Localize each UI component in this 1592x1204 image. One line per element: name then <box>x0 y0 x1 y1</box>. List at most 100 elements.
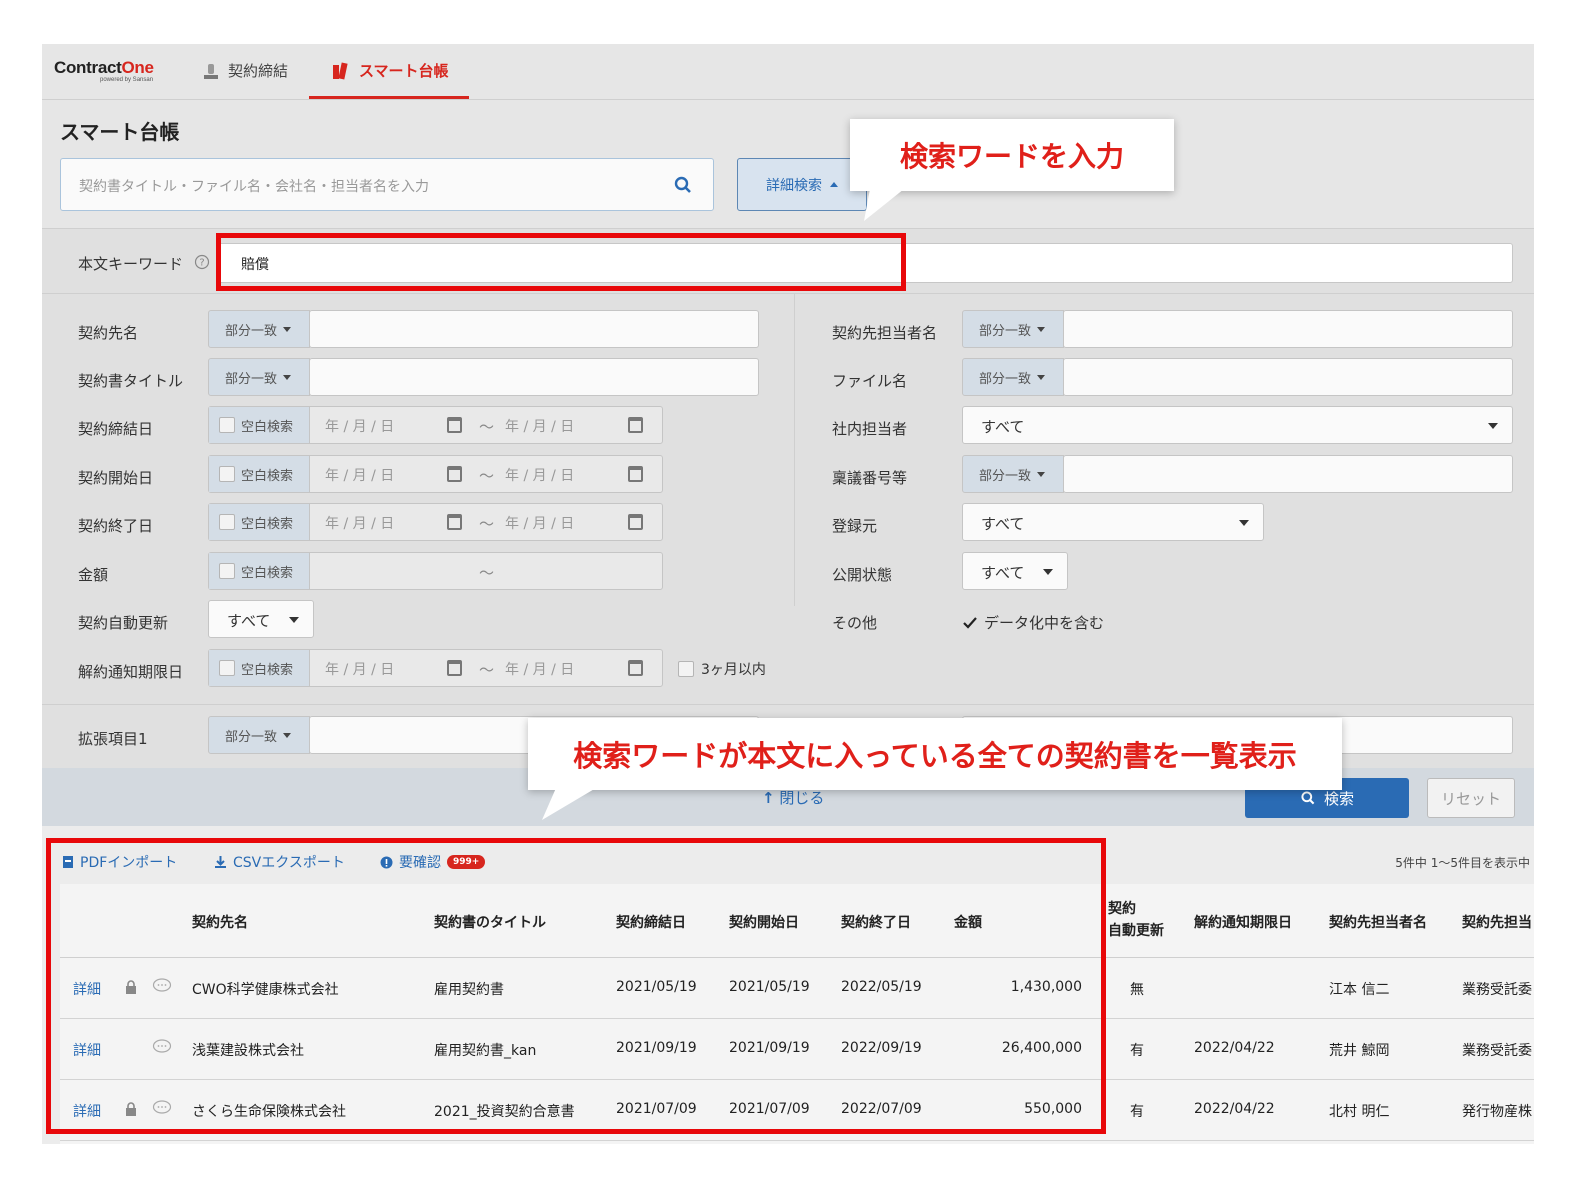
logo-subtitle: powered by Sansan <box>100 77 154 83</box>
callout-pointer-icon <box>542 788 596 820</box>
active-tab-indicator <box>309 96 469 99</box>
ext1-match-select[interactable]: 部分一致 <box>208 716 310 754</box>
search-icon[interactable] <box>673 175 693 195</box>
close-panel-button[interactable]: ↑ 閉じる <box>762 787 824 808</box>
range-separator: ～ <box>479 418 495 436</box>
col-notice[interactable]: 解約通知期限日 <box>1194 912 1292 932</box>
file-name-input[interactable] <box>1063 358 1513 396</box>
column-divider <box>794 294 795 606</box>
date-to-input[interactable]: 年 / 月 / 日 <box>505 659 574 679</box>
partner-name-match-select[interactable]: 部分一致 <box>208 310 310 348</box>
proposal-no-input[interactable] <box>1063 455 1513 493</box>
advanced-search-label: 詳細検索 <box>766 177 822 194</box>
partner-person-input[interactable] <box>1063 310 1513 348</box>
checkmark-icon <box>963 616 977 629</box>
top-nav: ContractOne powered by Sansan 契約締結 スマート台… <box>42 44 1534 100</box>
start-date-range: 空白検索 年 / 月 / 日 ～ 年 / 月 / 日 <box>208 455 663 493</box>
proposal-no-label: 稟議番号等 <box>832 469 908 487</box>
title-label: 契約書タイトル <box>78 372 184 390</box>
keyword-highlight-box <box>216 233 906 291</box>
caret-up-icon <box>830 182 838 187</box>
notice-date-label: 解約通知期限日 <box>78 663 184 681</box>
within-3-months-checkbox[interactable]: 3ヶ月以内 <box>678 659 766 679</box>
file-name-label: ファイル名 <box>832 372 908 390</box>
auto-renew-select[interactable]: すべて <box>208 600 314 638</box>
search-placeholder: 契約書タイトル・ファイル名・会社名・担当者名を入力 <box>79 179 429 195</box>
source-select[interactable]: すべて <box>962 503 1264 541</box>
partner-person-match-select[interactable]: 部分一致 <box>962 310 1064 348</box>
col-partner-person[interactable]: 契約先担当者名 <box>1329 912 1427 932</box>
callout-list-results: 検索ワードが本文に入っている全ての契約書を一覧表示 <box>528 718 1342 790</box>
internal-person-select[interactable]: すべて <box>962 406 1513 444</box>
end-date-range: 空白検索 年 / 月 / 日 ～ 年 / 月 / 日 <box>208 503 663 541</box>
notice-date-range: 空白検索 年 / 月 / 日 ～ 年 / 月 / 日 <box>208 649 663 687</box>
nav-item-label: スマート台帳 <box>359 62 449 80</box>
proposal-no-match-select[interactable]: 部分一致 <box>962 455 1064 493</box>
calendar-icon[interactable] <box>628 514 643 530</box>
nav-item-label: 契約締結 <box>228 62 289 80</box>
stamp-icon <box>204 63 218 79</box>
reset-button[interactable]: リセット <box>1427 778 1515 818</box>
date-to-input[interactable]: 年 / 月 / 日 <box>505 513 574 533</box>
help-icon[interactable]: ? <box>194 254 210 270</box>
calendar-icon[interactable] <box>628 660 643 676</box>
cell-renew: 無 <box>1130 982 1144 998</box>
ledger-icon <box>333 62 348 79</box>
nav-item-smart-ledger[interactable]: スマート台帳 <box>331 60 449 81</box>
blank-search-checkbox[interactable]: 空白検索 <box>209 407 310 443</box>
col-renew-line2[interactable]: 自動更新 <box>1108 920 1164 940</box>
cell-person: 荒井 鯨岡 <box>1329 1043 1390 1059</box>
other-label: その他 <box>832 614 878 632</box>
range-separator: ～ <box>479 467 495 485</box>
col-partner-dept[interactable]: 契約先担当 <box>1462 912 1532 932</box>
cell-renew: 有 <box>1130 1043 1144 1059</box>
calendar-icon[interactable] <box>447 660 462 676</box>
blank-search-checkbox[interactable]: 空白検索 <box>209 504 310 540</box>
partner-name-input[interactable] <box>309 310 759 348</box>
amount-range: 空白検索 ～ <box>208 552 663 590</box>
app-logo[interactable]: ContractOne <box>54 58 154 78</box>
calendar-icon[interactable] <box>628 417 643 433</box>
callout-pointer-icon <box>864 189 904 221</box>
calendar-icon[interactable] <box>447 466 462 482</box>
title-match-select[interactable]: 部分一致 <box>208 358 310 396</box>
search-input[interactable]: 契約書タイトル・ファイル名・会社名・担当者名を入力 <box>60 158 714 211</box>
title-input[interactable] <box>309 358 759 396</box>
calendar-icon[interactable] <box>447 417 462 433</box>
end-date-label: 契約終了日 <box>78 517 154 535</box>
calendar-icon[interactable] <box>628 466 643 482</box>
svg-text:?: ? <box>199 258 204 269</box>
nav-item-contract-signing[interactable]: 契約締結 <box>202 60 288 81</box>
callout-enter-keyword: 検索ワードを入力 <box>850 119 1174 191</box>
page-title: スマート台帳 <box>60 120 180 144</box>
cell-dept: 業務受託委 <box>1462 1043 1532 1059</box>
visibility-select[interactable]: すべて <box>962 552 1068 590</box>
blank-search-checkbox[interactable]: 空白検索 <box>209 456 310 492</box>
partner-name-label: 契約先名 <box>78 324 139 342</box>
cell-dept: 業務受託委 <box>1462 982 1532 998</box>
advanced-search-button[interactable]: 詳細検索 <box>737 158 867 211</box>
results-highlight-box <box>46 838 1106 1134</box>
date-from-input[interactable]: 年 / 月 / 日 <box>325 659 394 679</box>
cell-notice: 2022/04/22 <box>1194 1101 1275 1117</box>
date-from-input[interactable]: 年 / 月 / 日 <box>325 465 394 485</box>
col-renew-line1[interactable]: 契約 <box>1108 898 1136 918</box>
calendar-icon[interactable] <box>447 514 462 530</box>
date-from-input[interactable]: 年 / 月 / 日 <box>325 513 394 533</box>
partner-person-label: 契約先担当者名 <box>832 324 938 342</box>
file-name-match-select[interactable]: 部分一致 <box>962 358 1064 396</box>
source-label: 登録元 <box>832 517 878 535</box>
blank-search-checkbox[interactable]: 空白検索 <box>209 650 310 686</box>
blank-search-checkbox[interactable]: 空白検索 <box>209 553 310 589</box>
date-to-input[interactable]: 年 / 月 / 日 <box>505 416 574 436</box>
cell-notice: 2022/04/22 <box>1194 1040 1275 1056</box>
start-date-label: 契約開始日 <box>78 469 154 487</box>
date-from-input[interactable]: 年 / 月 / 日 <box>325 416 394 436</box>
range-separator: ～ <box>479 564 495 582</box>
divider <box>42 704 1534 705</box>
cell-person: 北村 明仁 <box>1329 1104 1390 1120</box>
search-icon <box>1301 791 1315 805</box>
include-processing-checkbox[interactable]: データ化中を含む <box>962 612 1104 633</box>
date-to-input[interactable]: 年 / 月 / 日 <box>505 465 574 485</box>
signed-date-range: 空白検索 年 / 月 / 日 ～ 年 / 月 / 日 <box>208 406 663 444</box>
